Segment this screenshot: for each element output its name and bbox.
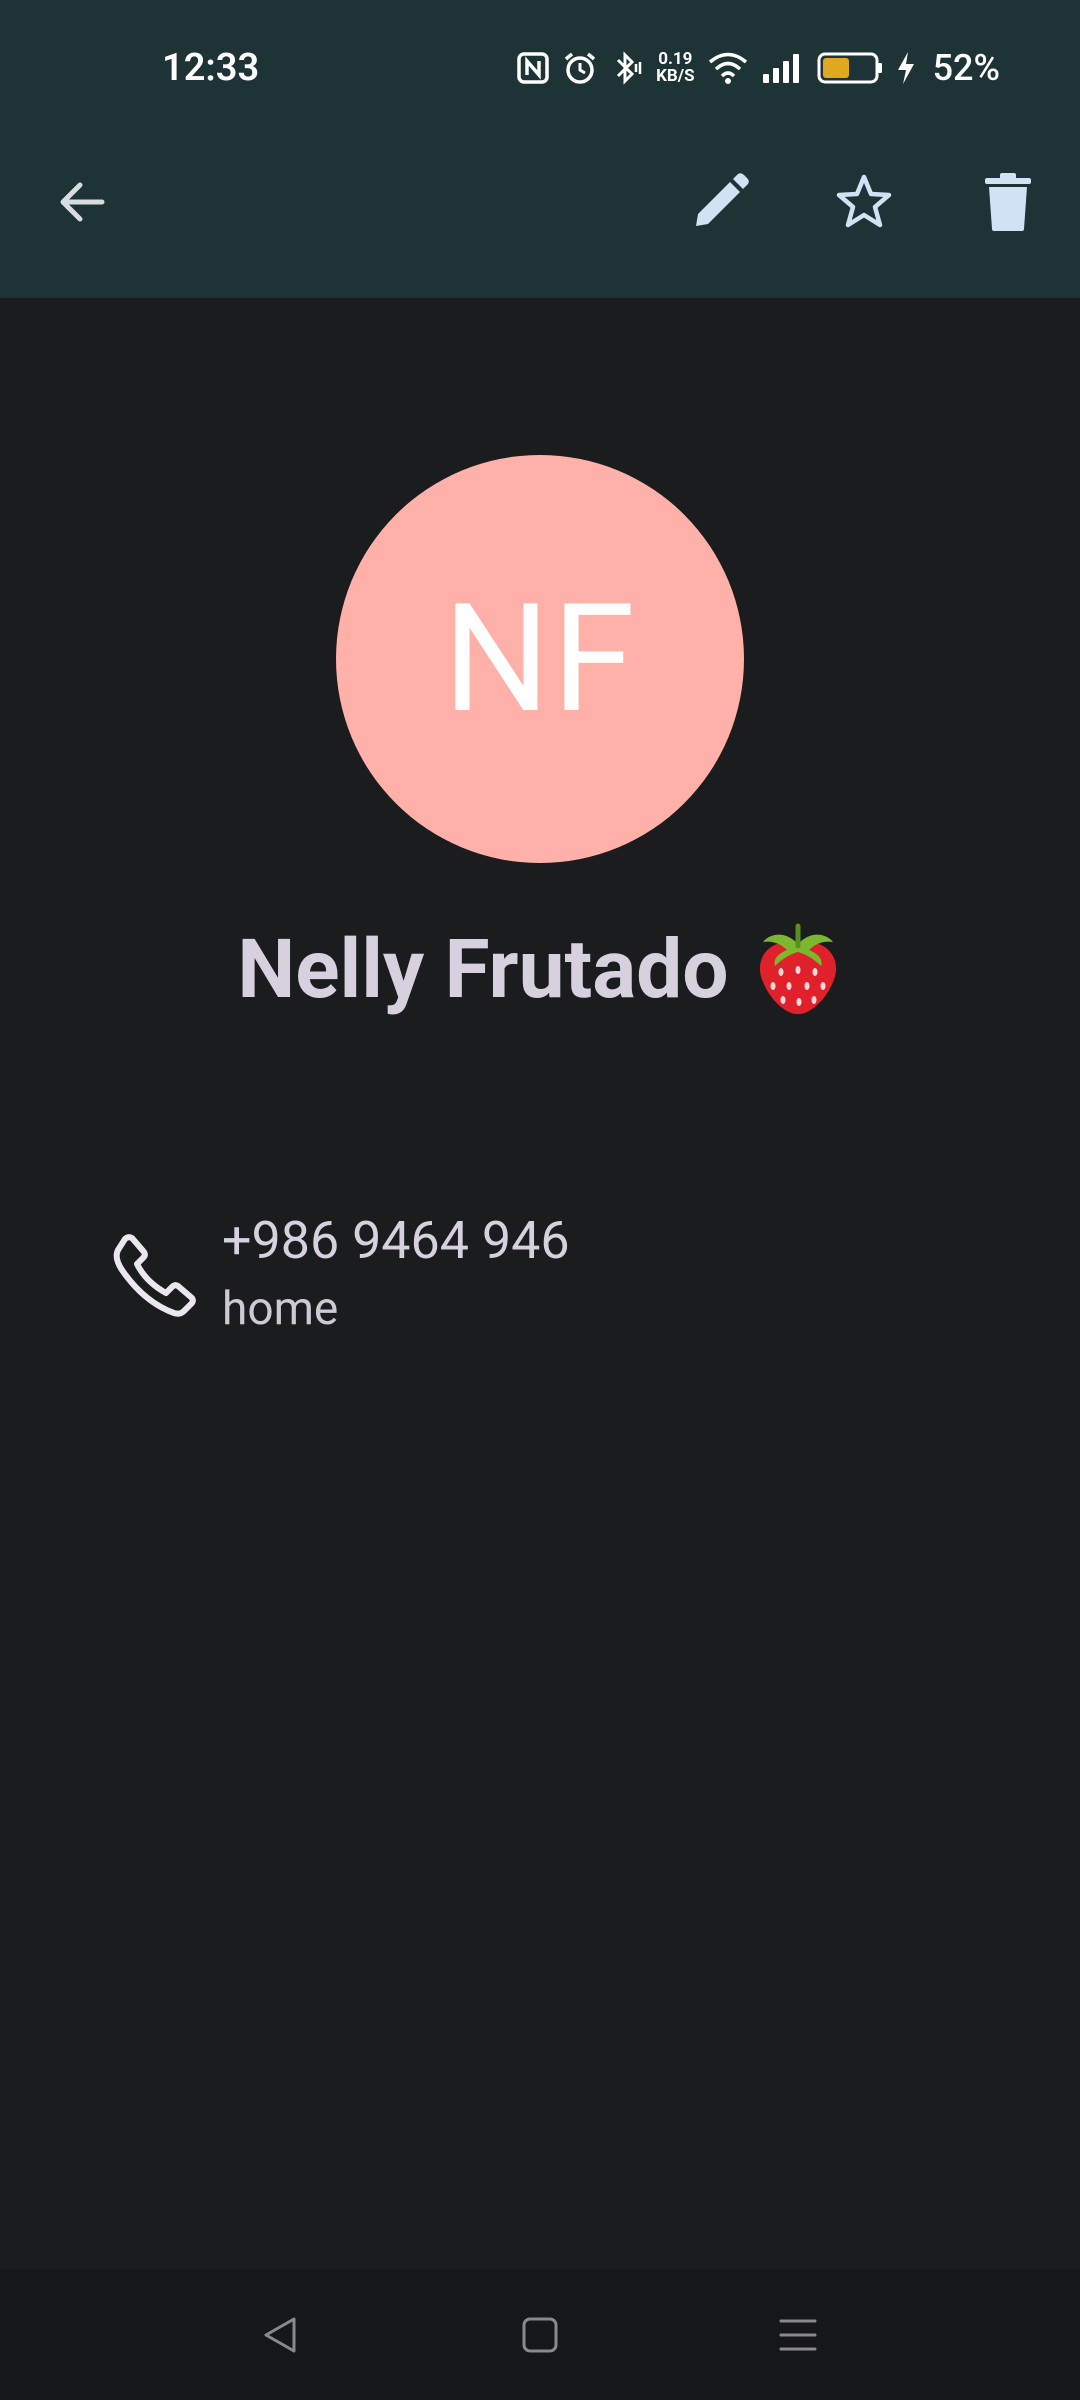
battery-icon [817,51,883,85]
contact-name: Nelly Frutado [237,922,729,1018]
charging-icon [895,50,917,86]
back-button[interactable] [34,154,130,250]
phone-entry[interactable]: +986 9464 946 home [100,1200,1000,1350]
status-bar: 12:33 0.19 KB/S 52% [0,0,1080,140]
signal-icon [761,52,805,84]
app-bar: 12:33 0.19 KB/S 52% [0,0,1080,298]
nav-back-icon [264,2317,296,2353]
nfc-icon [516,51,550,85]
phone-type-label: home [222,1282,339,1336]
delete-icon [985,173,1031,231]
network-speed: 0.19 KB/S [656,51,694,85]
delete-button[interactable] [960,154,1056,250]
net-speed-unit: KB/S [656,66,695,86]
contact-avatar: NF [336,455,744,863]
favorite-button[interactable] [816,154,912,250]
navigation-bar [0,2270,1080,2400]
battery-percent: 52% [932,47,1000,89]
bluetooth-icon [610,50,644,86]
status-icons: 0.19 KB/S 52% [516,44,1000,92]
phone-number: +986 9464 946 [222,1210,570,1271]
edit-button[interactable] [672,154,768,250]
star-icon [836,174,892,228]
status-time: 12:33 [162,46,260,90]
nav-recents-icon [779,2319,817,2351]
back-arrow-icon [60,182,105,222]
nav-back-button[interactable] [240,2300,320,2370]
nav-home-icon [522,2317,558,2353]
nav-recents-button[interactable] [758,2300,838,2370]
wifi-icon [707,51,749,85]
edit-icon [696,173,749,226]
phone-icon [113,1234,196,1317]
contact-name-row: Nelly Frutado [0,920,1080,1020]
strawberry-icon [753,920,843,1020]
toolbar [0,150,1080,260]
alarm-icon [562,50,598,86]
avatar-initials: NF [443,571,637,747]
nav-home-button[interactable] [500,2300,580,2370]
